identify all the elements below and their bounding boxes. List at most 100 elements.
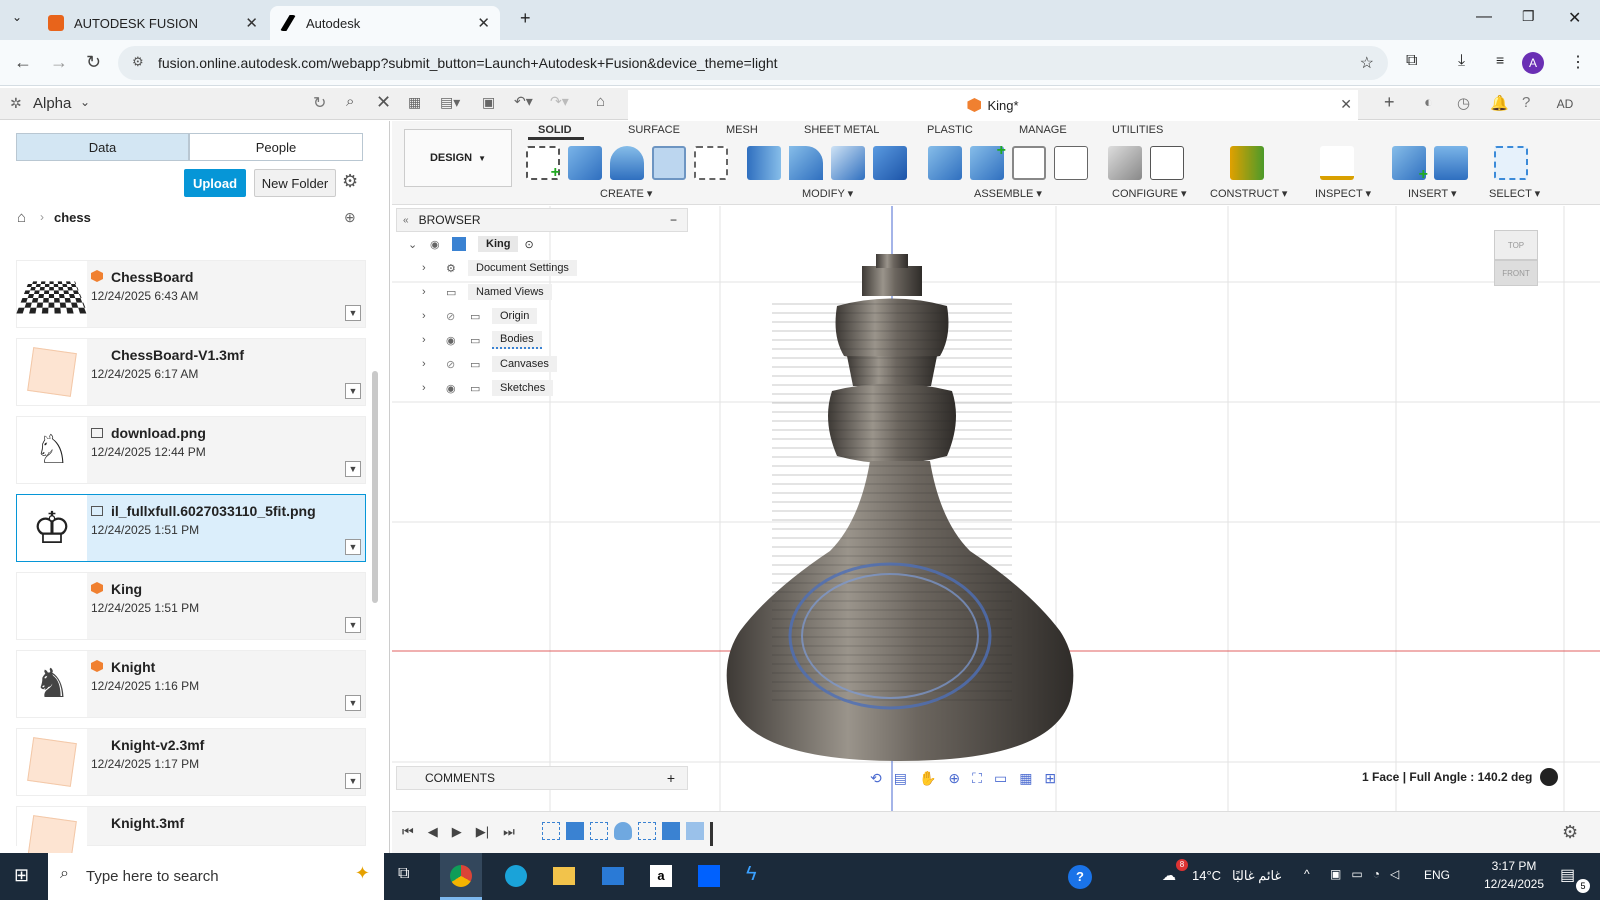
- tray-camera-icon[interactable]: ▣: [1330, 867, 1341, 881]
- collapse-browser-icon[interactable]: «: [403, 215, 409, 226]
- expand-chevron-icon[interactable]: ›: [422, 262, 446, 274]
- hole-icon[interactable]: [652, 146, 686, 180]
- browser-panel-header[interactable]: « BROWSER −: [396, 208, 688, 232]
- configure-design-icon[interactable]: [1108, 146, 1142, 180]
- home-breadcrumb-icon[interactable]: ⌂: [17, 209, 26, 226]
- timeline-sketch-icon[interactable]: [542, 822, 560, 840]
- clock-date[interactable]: 12/24/2025: [1476, 877, 1552, 891]
- tab-list-icon[interactable]: ⌄: [12, 10, 22, 24]
- viewcube[interactable]: TOP FRONT: [1492, 222, 1540, 286]
- notification-center-icon[interactable]: ▤: [1560, 865, 1575, 885]
- expand-chevron-icon[interactable]: ›: [422, 358, 446, 370]
- chrome-taskbar-button[interactable]: [440, 853, 482, 900]
- bookmark-star-icon[interactable]: ☆: [1360, 53, 1374, 73]
- group-insert[interactable]: INSERT ▾: [1408, 187, 1457, 200]
- look-at-icon[interactable]: ▤: [894, 770, 907, 787]
- tab-people[interactable]: People: [189, 133, 363, 161]
- expand-chevron-icon[interactable]: ›: [422, 382, 446, 394]
- tab-sheet-metal[interactable]: SHEET METAL: [804, 124, 879, 136]
- file-menu-icon[interactable]: ▤▾: [440, 94, 460, 111]
- file-card[interactable]: King 12/24/2025 1:51 PM ▼: [16, 572, 366, 640]
- file-card[interactable]: ChessBoard 12/24/2025 6:43 AM ▼: [16, 260, 366, 328]
- fit-icon[interactable]: ⛶: [972, 770, 982, 787]
- document-tab[interactable]: King* ✕: [628, 90, 1358, 120]
- group-create[interactable]: CREATE ▾: [600, 187, 652, 200]
- refresh-icon[interactable]: ↻: [313, 93, 326, 113]
- tab-mesh[interactable]: MESH: [726, 124, 758, 136]
- edge-icon[interactable]: [505, 865, 527, 887]
- expand-chevron-icon[interactable]: ›: [422, 334, 446, 346]
- file-card[interactable]: ♞ Knight 12/24/2025 1:16 PM ▼: [16, 650, 366, 718]
- viewcube-front-face[interactable]: FRONT: [1494, 260, 1538, 286]
- extensions-status-icon[interactable]: ◐: [1424, 94, 1433, 111]
- insert-canvas-icon[interactable]: [1434, 146, 1468, 180]
- grid-settings-icon[interactable]: ▦: [1019, 770, 1032, 787]
- viewports-icon[interactable]: ⊞: [1044, 770, 1056, 787]
- new-tab-icon[interactable]: +: [520, 8, 531, 29]
- display-settings-icon[interactable]: ▭: [994, 770, 1007, 787]
- tree-item-origin[interactable]: › ⊘ ▭ Origin: [408, 304, 577, 328]
- restore-icon[interactable]: ❐: [1522, 8, 1535, 25]
- windows-start-icon[interactable]: ⊞: [14, 865, 29, 886]
- file-options-dropdown-icon[interactable]: ▼: [345, 695, 361, 711]
- add-comment-icon[interactable]: +: [667, 770, 675, 786]
- battery-icon[interactable]: ▭: [1351, 867, 1362, 881]
- home-icon[interactable]: ⌂: [596, 93, 605, 110]
- tab-data[interactable]: Data: [16, 133, 189, 161]
- go-to-end-icon[interactable]: ⏭: [503, 824, 515, 840]
- job-status-icon[interactable]: ◷: [1457, 94, 1470, 112]
- data-panel-grid-icon[interactable]: ▦: [408, 94, 421, 111]
- extensions-icon[interactable]: ⧉: [1406, 52, 1417, 70]
- task-view-icon[interactable]: ⧉: [398, 865, 409, 883]
- tree-item-sketches[interactable]: › ◉ ▭ Sketches: [408, 376, 577, 400]
- viewcube-top-face[interactable]: TOP: [1494, 230, 1538, 260]
- tab-autodesk[interactable]: Autodesk ✕: [270, 6, 500, 40]
- browser-menu-icon[interactable]: ⋮: [1570, 52, 1586, 72]
- file-card[interactable]: ♘ download.png 12/24/2025 12:44 PM ▼: [16, 416, 366, 484]
- comment-bubble-icon[interactable]: [1540, 768, 1558, 786]
- close-window-icon[interactable]: ✕: [1568, 8, 1581, 28]
- timeline-fillet-icon[interactable]: [686, 822, 704, 840]
- group-configure[interactable]: CONFIGURE ▾: [1112, 187, 1187, 200]
- file-options-dropdown-icon[interactable]: ▼: [345, 461, 361, 477]
- as-built-joint-icon[interactable]: [1012, 146, 1046, 180]
- weather-icon[interactable]: ☁: [1162, 867, 1176, 884]
- fillet-icon[interactable]: [789, 146, 823, 180]
- extrude-icon[interactable]: [568, 146, 602, 180]
- tab-utilities[interactable]: UTILITIES: [1112, 124, 1163, 136]
- help-icon[interactable]: ?: [1522, 94, 1530, 111]
- tree-root-king[interactable]: ⌄ ◉ King ⊙: [408, 232, 577, 256]
- expand-chevron-icon[interactable]: ⌄: [408, 238, 430, 251]
- redo-icon[interactable]: ↷▾: [550, 93, 569, 110]
- notifications-icon[interactable]: 🔔: [1490, 94, 1509, 112]
- comments-panel-header[interactable]: COMMENTS +: [396, 766, 688, 790]
- new-tab-plus-icon[interactable]: +: [1384, 92, 1395, 113]
- tree-item-document-settings[interactable]: › ⚙ Document Settings: [408, 256, 577, 280]
- close-tab-icon[interactable]: ✕: [245, 14, 258, 32]
- file-list-scrollbar[interactable]: [372, 371, 378, 603]
- insert-derive-icon[interactable]: +: [1392, 146, 1428, 183]
- upload-button[interactable]: Upload: [184, 169, 246, 197]
- play-icon[interactable]: ▶: [452, 824, 462, 840]
- close-document-icon[interactable]: ✕: [1340, 96, 1352, 113]
- press-pull-icon[interactable]: [747, 146, 781, 180]
- app-s-icon[interactable]: ϟ: [746, 863, 757, 886]
- tab-autodesk-fusion[interactable]: AUTODESK FUSION ✕: [38, 6, 268, 40]
- step-back-icon[interactable]: ◀: [428, 824, 438, 840]
- orbit-icon[interactable]: ⟲: [870, 770, 882, 787]
- site-info-icon[interactable]: ⚙: [132, 54, 144, 70]
- save-icon[interactable]: ▣: [482, 94, 495, 111]
- visibility-hidden-icon[interactable]: ⊘: [446, 310, 470, 323]
- file-options-dropdown-icon[interactable]: ▼: [345, 773, 361, 789]
- close-data-panel-icon[interactable]: ✕: [376, 92, 391, 113]
- timeline-revolve-icon[interactable]: [614, 822, 632, 840]
- tab-manage[interactable]: MANAGE: [1019, 124, 1067, 136]
- tab-solid[interactable]: SOLID: [538, 124, 572, 136]
- dropbox-icon[interactable]: [698, 865, 720, 887]
- undo-icon[interactable]: ↶▾: [514, 93, 533, 110]
- activate-component-icon[interactable]: ⊙: [524, 238, 533, 251]
- tab-surface[interactable]: SURFACE: [628, 124, 680, 136]
- settings-gear-icon[interactable]: ⚙: [342, 171, 358, 192]
- visibility-eye-icon[interactable]: ◉: [446, 334, 470, 347]
- file-options-dropdown-icon[interactable]: ▼: [345, 383, 361, 399]
